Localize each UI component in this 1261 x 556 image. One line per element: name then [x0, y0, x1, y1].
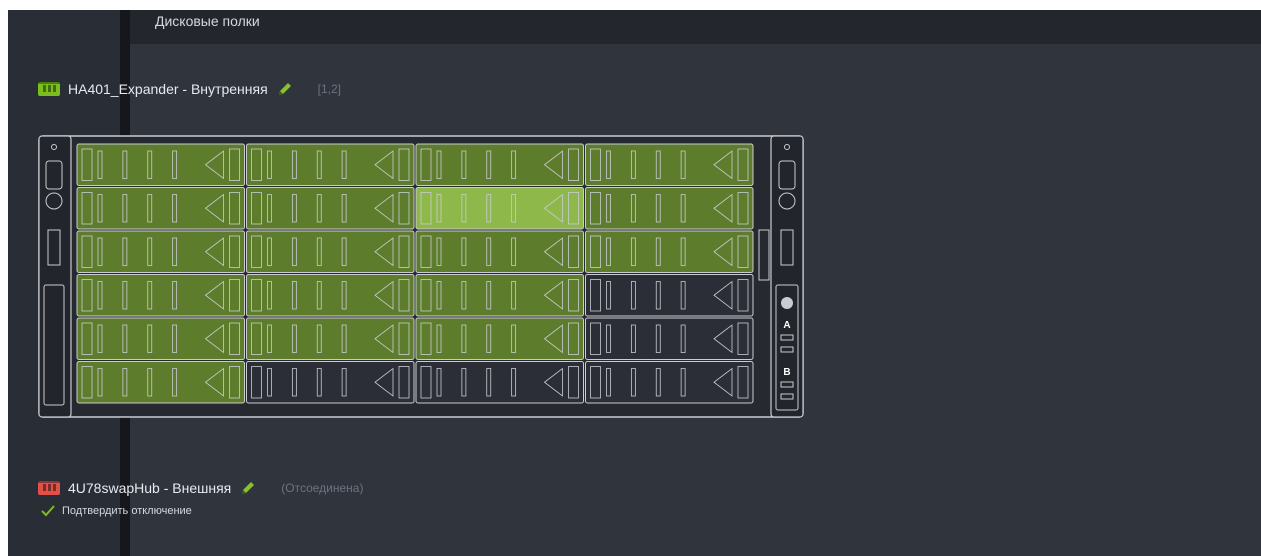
pencil-icon[interactable] — [276, 80, 294, 98]
shelf-row-internal: HA401_Expander - Внутренняя [1,2] — [38, 79, 341, 99]
confirm-disconnect-label: Подтвердить отключение — [62, 505, 192, 517]
shelf-row-external: 4U78swapHub - Внешняя (Отсоединена) — [38, 478, 363, 498]
drive-bay — [415, 361, 584, 404]
drive-bay — [585, 274, 754, 317]
confirm-disconnect-button[interactable]: Подтвердить отключение — [40, 504, 192, 518]
drive-bay — [76, 187, 245, 230]
drive-bay — [76, 317, 245, 360]
controller-a-label: A — [783, 320, 790, 331]
drive-bay — [585, 317, 754, 360]
drive-bay — [246, 317, 415, 360]
drive-bay — [76, 143, 245, 186]
shelf-name: 4U78swapHub - Внешняя — [68, 480, 232, 496]
drive-bay — [415, 274, 584, 317]
drive-bay — [585, 230, 754, 273]
drive-bay — [246, 361, 415, 404]
drive-bay — [415, 143, 584, 186]
section-header: Дисковые полки — [130, 10, 1261, 44]
pencil-icon[interactable] — [239, 479, 257, 497]
drive-bay — [415, 317, 584, 360]
controller-b-label: B — [783, 367, 790, 378]
shelf-position: [1,2] — [317, 82, 342, 96]
drive-bay — [246, 274, 415, 317]
disk-shelf-chassis: AB — [38, 135, 804, 418]
section-title: Дисковые полки — [155, 13, 260, 29]
drive-bay — [76, 230, 245, 273]
drive-bay — [585, 187, 754, 230]
power-icon — [781, 297, 793, 309]
drive-bay — [246, 143, 415, 186]
drive-bay — [585, 361, 754, 404]
drive-bay — [76, 361, 245, 404]
disk-shelf-icon — [38, 481, 60, 495]
drive-bay — [415, 187, 584, 230]
drive-bay — [246, 187, 415, 230]
shelf-status: (Отсоединена) — [281, 481, 364, 495]
checkmark-icon — [41, 505, 55, 517]
drive-bay — [76, 274, 245, 317]
disk-shelf-icon — [38, 82, 60, 96]
drive-bay — [246, 230, 415, 273]
shelf-name: HA401_Expander - Внутренняя — [68, 81, 268, 97]
drive-bay — [585, 143, 754, 186]
drive-bay — [415, 230, 584, 273]
